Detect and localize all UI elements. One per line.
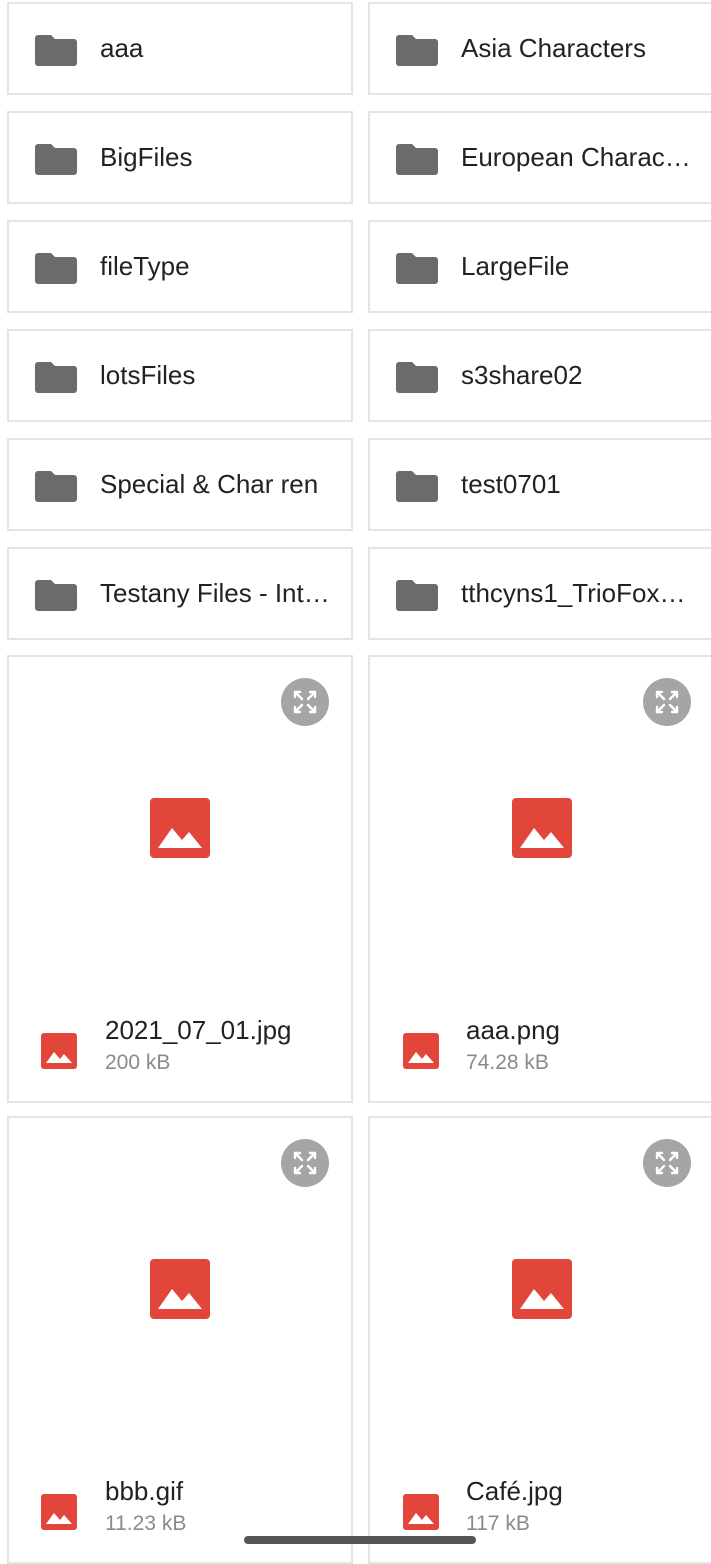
folder-icon [35,470,77,502]
file-card[interactable]: Café.jpg 117 kB [368,1116,711,1564]
file-card[interactable]: 2021_07_01.jpg 200 kB [7,655,353,1103]
folder-card[interactable]: s3share02 [368,329,711,422]
folder-card[interactable]: tthcyns1_TrioFox… [368,547,711,640]
folder-card[interactable]: lotsFiles [7,329,353,422]
folder-icon [35,579,77,611]
image-icon [41,1494,77,1530]
folder-card[interactable]: Testany Files - Int… [7,547,353,640]
file-size: 117 kB [466,1512,530,1535]
folder-name: BigFiles [100,142,193,172]
folder-name: tthcyns1_TrioFox… [461,578,686,608]
folder-name: Testany Files - Int… [100,578,330,608]
expand-icon[interactable] [643,1139,691,1187]
folder-name: lotsFiles [100,360,196,390]
home-indicator[interactable] [244,1536,476,1544]
folder-card[interactable]: test0701 [368,438,711,531]
folder-name: s3share02 [461,360,583,390]
folder-card[interactable]: Special & Char ren [7,438,353,531]
file-card[interactable]: bbb.gif 11.23 kB [7,1116,353,1564]
folder-card[interactable]: aaa [7,2,353,95]
folder-icon [396,579,438,611]
folder-icon [396,470,438,502]
folder-name: Special & Char ren [100,469,319,499]
image-icon [150,798,210,858]
folder-icon [396,34,438,66]
folder-card[interactable]: BigFiles [7,111,353,204]
folder-name: LargeFile [461,251,570,281]
folder-icon [396,252,438,284]
image-icon [403,1494,439,1530]
folder-icon [396,361,438,393]
file-name: 2021_07_01.jpg [105,1015,292,1045]
folder-icon [396,143,438,175]
file-name: Café.jpg [466,1476,563,1506]
image-icon [403,1033,439,1069]
file-card[interactable]: aaa.png 74.28 kB [368,655,711,1103]
image-icon [150,1259,210,1319]
image-icon [41,1033,77,1069]
folder-icon [35,34,77,66]
folder-card[interactable]: fileType [7,220,353,313]
folder-name: test0701 [461,469,561,499]
folder-card[interactable]: European Charac… [368,111,711,204]
folder-name: fileType [100,251,190,281]
image-icon [512,1259,572,1319]
folder-name: Asia Characters [461,33,646,63]
file-size: 74.28 kB [466,1051,549,1074]
file-size: 200 kB [105,1051,171,1074]
folder-icon [35,143,77,175]
file-size: 11.23 kB [105,1512,187,1535]
file-name: bbb.gif [105,1476,184,1506]
folder-card[interactable]: Asia Characters [368,2,711,95]
folder-name: aaa [100,33,144,63]
folder-name: European Charac… [461,142,691,172]
folder-card[interactable]: LargeFile [368,220,711,313]
file-name: aaa.png [466,1015,560,1045]
file-browser-page: aaa Asia Characters BigFiles European Ch… [0,0,711,1564]
folder-icon [35,252,77,284]
expand-icon[interactable] [643,678,691,726]
image-icon [512,798,572,858]
expand-icon[interactable] [281,1139,329,1187]
folder-icon [35,361,77,393]
expand-icon[interactable] [281,678,329,726]
